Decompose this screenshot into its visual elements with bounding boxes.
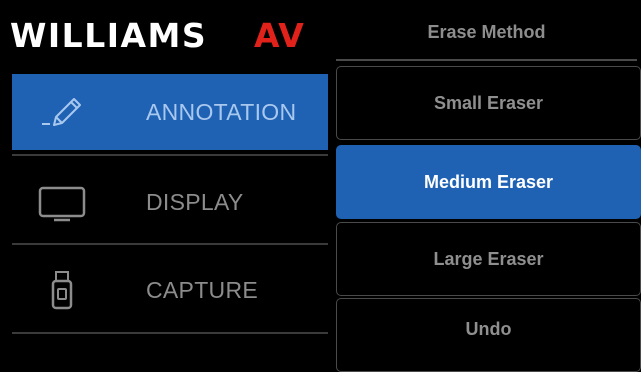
logo-text: WILLIAMS — [10, 16, 207, 54]
monitor-icon — [12, 172, 112, 232]
undo-button[interactable]: Undo — [336, 298, 641, 372]
usb-drive-icon — [12, 260, 112, 320]
sidebar-item-display[interactable]: DISPLAY — [12, 164, 328, 240]
divider — [12, 243, 328, 245]
sidebar: WILLIAMS AV ANNOTATION DISPLAY CAPTURE — [0, 0, 328, 339]
sidebar-item-capture[interactable]: CAPTURE — [12, 252, 328, 328]
header-rule — [336, 59, 637, 61]
small-eraser-button[interactable]: Small Eraser — [336, 66, 641, 140]
williams-av-logo: WILLIAMS AV — [8, 14, 328, 54]
pen-icon — [12, 82, 112, 142]
sidebar-item-label: DISPLAY — [146, 188, 244, 215]
medium-eraser-button[interactable]: Medium Eraser — [336, 145, 641, 219]
sidebar-item-annotation[interactable]: ANNOTATION — [12, 74, 328, 150]
sidebar-item-label: CAPTURE — [146, 276, 259, 303]
sidebar-item-label: ANNOTATION — [146, 98, 297, 125]
divider — [12, 332, 328, 334]
panel-header: Erase Method — [332, 0, 641, 61]
panel-title: Erase Method — [427, 22, 546, 42]
divider — [12, 154, 328, 156]
large-eraser-button[interactable]: Large Eraser — [336, 222, 641, 296]
logo-accent: AV — [254, 16, 305, 54]
